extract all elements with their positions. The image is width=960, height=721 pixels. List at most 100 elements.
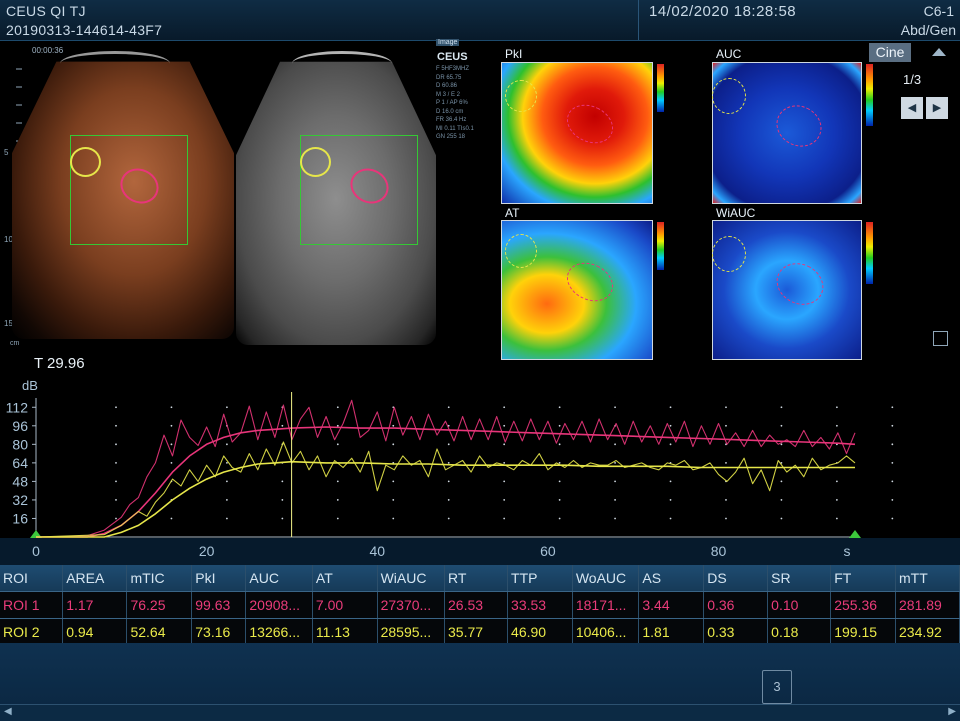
film-frames-icon[interactable]: 3 bbox=[762, 670, 792, 704]
grid-dot bbox=[503, 461, 506, 464]
y-tick-label: 80 bbox=[12, 436, 28, 452]
image-area[interactable]: 00:00:36 5 10 15 cm Image CEUS F 5HF3MHZ… bbox=[0, 39, 500, 351]
date-time: 14/02/2020 18:28:58 bbox=[649, 3, 797, 20]
grid-dot bbox=[226, 517, 228, 520]
grid-dot bbox=[115, 443, 117, 446]
grid-dot bbox=[226, 443, 228, 446]
grid-dot bbox=[170, 424, 173, 427]
grid-dot bbox=[447, 443, 450, 446]
grid-dot bbox=[281, 424, 284, 427]
preset-name: Abd/Gen bbox=[900, 22, 956, 38]
grid-dot bbox=[558, 461, 561, 464]
grid-dot bbox=[281, 499, 284, 501]
y-tick-label: 112 bbox=[6, 399, 29, 415]
table-cell: 11.13 bbox=[312, 618, 378, 646]
results-table: ROI AREA mTIC PkI AUC AT WiAUC RT TTP WoAUC AS DS SR… bbox=[0, 565, 960, 646]
grid-dot bbox=[503, 499, 506, 501]
bmode-probe-arc bbox=[292, 51, 392, 76]
grid-dot bbox=[614, 480, 616, 483]
grid-dot bbox=[669, 443, 672, 446]
next-page-button[interactable]: ▶ bbox=[926, 97, 948, 119]
scroll-left-icon[interactable]: ◀ bbox=[4, 706, 12, 717]
grid-dot bbox=[835, 406, 838, 409]
grid-dot bbox=[503, 517, 506, 520]
horizontal-scrollbar[interactable]: ◀ ▶ bbox=[0, 704, 960, 721]
grid-dot bbox=[614, 406, 616, 409]
right-triangle-icon: ▶ bbox=[932, 102, 942, 114]
grid-dot bbox=[891, 443, 894, 446]
grid-dot bbox=[891, 499, 894, 501]
table-cell: 20908... bbox=[245, 591, 313, 619]
grid-dot bbox=[558, 443, 561, 446]
grid-dot bbox=[780, 499, 783, 501]
grid-dot bbox=[170, 461, 173, 464]
grid-dot bbox=[170, 517, 173, 520]
grid-dot bbox=[447, 461, 450, 464]
grid-dot bbox=[835, 499, 838, 501]
table-cell: RT bbox=[444, 565, 509, 592]
table-cell: WoAUC bbox=[572, 565, 640, 592]
table-cell: AT bbox=[312, 565, 378, 592]
collapse-up-icon[interactable] bbox=[932, 48, 946, 56]
grid-dot bbox=[115, 424, 117, 427]
depth-unit: cm bbox=[10, 340, 20, 347]
grid-dot bbox=[503, 406, 506, 409]
table-cell: 13266... bbox=[245, 618, 313, 646]
grid-dot bbox=[780, 517, 783, 520]
grid-dot bbox=[115, 480, 117, 483]
grid-dot bbox=[336, 443, 339, 446]
mode-label: CEUS bbox=[437, 51, 468, 63]
grid-dot bbox=[669, 499, 672, 501]
table-cell: mTT bbox=[895, 565, 960, 592]
grid-dot bbox=[558, 406, 561, 409]
grid-dot bbox=[447, 517, 450, 520]
bmode-roi-2-ellipse[interactable] bbox=[300, 147, 331, 177]
header-divider bbox=[638, 0, 639, 40]
cine-button[interactable]: Cine bbox=[869, 43, 911, 62]
grid-dot bbox=[503, 424, 506, 427]
scroll-right-icon[interactable]: ▶ bbox=[948, 706, 956, 717]
grid-dot bbox=[725, 406, 727, 409]
table-cell: 234.92 bbox=[895, 618, 960, 646]
grid-dot bbox=[891, 461, 894, 464]
grid-dot bbox=[503, 480, 506, 483]
grid-dot bbox=[226, 406, 228, 409]
grid-dot bbox=[281, 517, 284, 520]
table-cell: 0.36 bbox=[703, 591, 769, 619]
page-indicator: 1/3 bbox=[903, 72, 922, 87]
depth-tick-10: 10 bbox=[4, 235, 13, 244]
grid-dot bbox=[392, 424, 395, 427]
checkbox[interactable] bbox=[933, 331, 948, 346]
table-cell: 7.00 bbox=[312, 591, 378, 619]
app-title: CEUS QI TJ bbox=[6, 3, 86, 19]
table-cell: 18171... bbox=[572, 591, 640, 619]
table-cell: 73.16 bbox=[191, 618, 247, 646]
frame-count: 3 bbox=[773, 679, 781, 694]
grid-dot bbox=[226, 480, 228, 483]
x-tick-label: 0 bbox=[32, 543, 40, 559]
grid-dot bbox=[115, 499, 117, 501]
left-triangle-icon: ◀ bbox=[907, 102, 917, 114]
table-cell: 281.89 bbox=[895, 591, 960, 619]
grid-dot bbox=[170, 406, 173, 409]
grid-dot bbox=[614, 499, 616, 501]
x-tick-label: 80 bbox=[711, 543, 727, 559]
scan-param: D 16.0 cm bbox=[436, 108, 464, 115]
table-cell: AUC bbox=[245, 565, 313, 592]
exam-id: 20190313-144614-43F7 bbox=[6, 22, 163, 38]
tic-chart[interactable]: 16 32 48 64 80 96 112 0 20 40 60 80 s bbox=[0, 388, 960, 565]
table-cell: 1.17 bbox=[62, 591, 128, 619]
contrast-roi-2-ellipse[interactable] bbox=[70, 147, 101, 177]
scan-params: F 5HF3MHZ DR 65.75 D 60.86 M 3 / E 2 P 1… bbox=[436, 65, 496, 142]
grid-dot bbox=[392, 443, 395, 446]
table-cell: 3.44 bbox=[638, 591, 705, 619]
table-cell: 35.77 bbox=[444, 618, 509, 646]
map-label-auc: AUC bbox=[716, 47, 742, 61]
table-cell: SR bbox=[767, 565, 832, 592]
grid-dot bbox=[558, 480, 561, 483]
grid-dot bbox=[891, 480, 894, 483]
pkl-colorbar bbox=[657, 64, 664, 112]
scan-param: F 5HF3MHZ bbox=[436, 66, 469, 72]
prev-page-button[interactable]: ◀ bbox=[901, 97, 923, 119]
map-label-wiauc: WiAUC bbox=[716, 206, 756, 220]
